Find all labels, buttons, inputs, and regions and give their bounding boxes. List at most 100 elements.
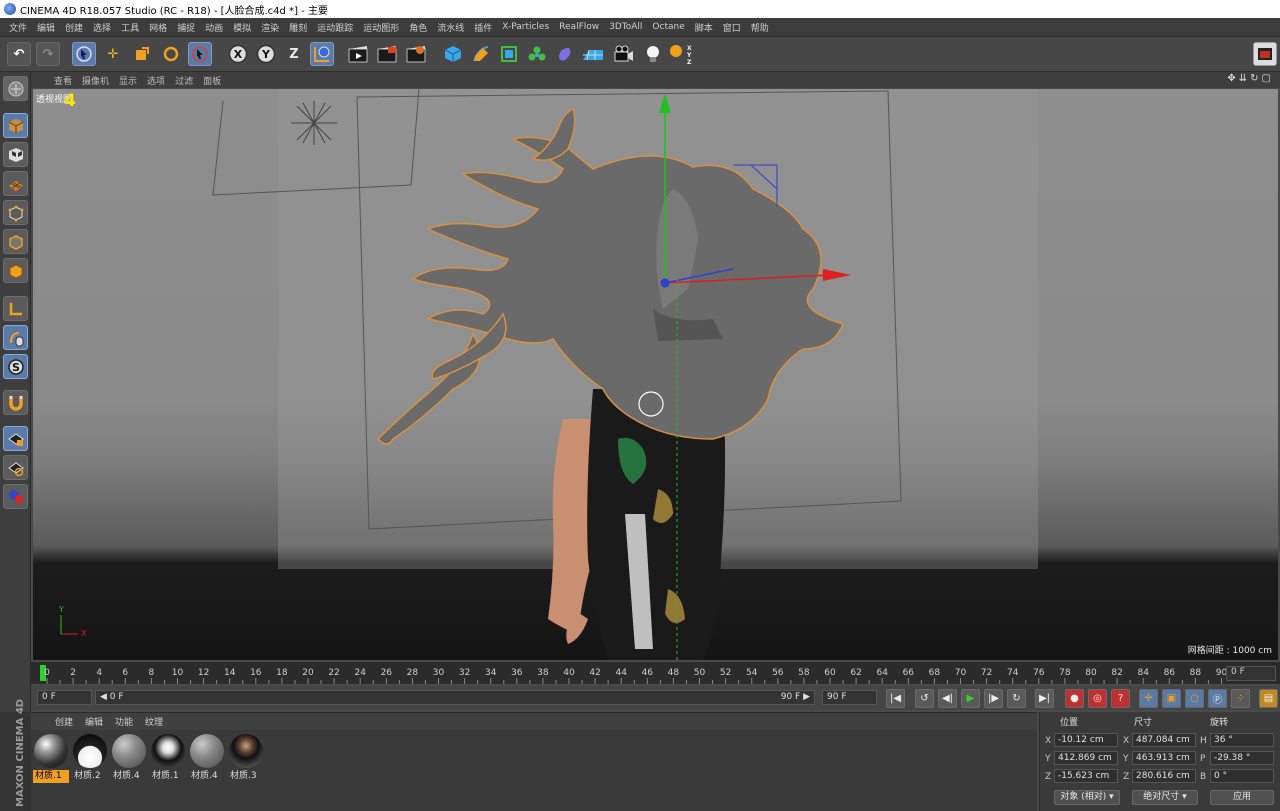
- move-icon[interactable]: ✛: [101, 42, 125, 66]
- material-swatch[interactable]: 材质.4: [111, 734, 147, 784]
- min-frame-field[interactable]: 0 F: [37, 690, 92, 705]
- material-menu-texture[interactable]: 纹理: [139, 715, 169, 728]
- previous-frame-icon[interactable]: ◀|: [938, 689, 957, 708]
- menu-pipeline[interactable]: 流水线: [432, 21, 469, 34]
- menu-character[interactable]: 角色: [404, 21, 432, 34]
- material-menu-create[interactable]: 创建: [49, 715, 79, 728]
- light-icon[interactable]: [641, 42, 665, 66]
- size-x-field[interactable]: 487.084 cm: [1132, 733, 1196, 747]
- make-editable-icon[interactable]: [3, 76, 28, 101]
- menu-script[interactable]: 脚本: [690, 21, 718, 34]
- menu-simulate[interactable]: 模拟: [228, 21, 256, 34]
- points-mode-icon[interactable]: [3, 200, 28, 225]
- parameter-key-icon[interactable]: Ⓟ: [1208, 689, 1227, 708]
- menu-plugins[interactable]: 插件: [469, 21, 497, 34]
- apply-button[interactable]: 应用: [1210, 790, 1274, 805]
- size-z-field[interactable]: 280.616 cm: [1132, 769, 1196, 783]
- size-mode-dropdown[interactable]: 绝对尺寸 ▾: [1132, 790, 1198, 805]
- rotation-key-icon[interactable]: ○: [1185, 689, 1204, 708]
- menu-tools[interactable]: 工具: [116, 21, 144, 34]
- cube-icon[interactable]: [441, 42, 465, 66]
- menu-snap[interactable]: 捕捉: [172, 21, 200, 34]
- floor-icon[interactable]: [581, 42, 605, 66]
- previous-key-icon[interactable]: ↺: [915, 689, 934, 708]
- coordinate-mode-dropdown[interactable]: 对象 (相对) ▾: [1054, 790, 1120, 805]
- workplane-mode-icon[interactable]: [3, 171, 28, 196]
- tweak-mode-icon[interactable]: [3, 325, 28, 350]
- texture-mode-icon[interactable]: [3, 142, 28, 167]
- material-menu-edit[interactable]: 编辑: [79, 715, 109, 728]
- menu-x-particles[interactable]: X-Particles: [497, 22, 554, 32]
- material-swatch[interactable]: 材质.4: [189, 734, 225, 784]
- layout-switch-icon[interactable]: [1253, 42, 1277, 66]
- polygons-mode-icon[interactable]: [3, 258, 28, 283]
- locked-workplane-icon[interactable]: [3, 426, 28, 451]
- position-key-icon[interactable]: ✛: [1139, 689, 1158, 708]
- redo-icon[interactable]: ↷: [36, 42, 60, 66]
- axis-mode-icon[interactable]: [3, 296, 28, 321]
- perspective-viewport[interactable]: Y X 透视视图 4 网格间距 : 1000 cm: [33, 89, 1278, 660]
- menu-motion-tracking[interactable]: 运动跟踪: [312, 21, 358, 34]
- next-key-icon[interactable]: ↻: [1007, 689, 1026, 708]
- position-x-field[interactable]: -10.12 cm: [1054, 733, 1118, 747]
- scale-icon[interactable]: [130, 42, 154, 66]
- material-swatch[interactable]: 材质.1: [150, 734, 186, 784]
- rotation-b-field[interactable]: 0 °: [1210, 769, 1274, 783]
- preview-range-slider[interactable]: ◀ 0 F 90 F ▶: [95, 690, 815, 705]
- rotation-p-field[interactable]: -29.38 °: [1210, 751, 1274, 765]
- keyframe-selection-icon[interactable]: ?: [1111, 689, 1130, 708]
- cloner-icon[interactable]: [525, 42, 549, 66]
- go-to-end-icon[interactable]: ▶|: [1035, 689, 1054, 708]
- menu-file[interactable]: 文件: [4, 21, 32, 34]
- menu-mesh[interactable]: 网格: [144, 21, 172, 34]
- material-swatch[interactable]: 材质.1: [33, 734, 69, 784]
- menu-help[interactable]: 帮助: [746, 21, 774, 34]
- menu-create[interactable]: 创建: [60, 21, 88, 34]
- timeline-ruler[interactable]: 0 2 4 6 8 10 12 14 16 18 20 22 24 26 28 30 32 34 36 38 40 42 4…: [31, 662, 1280, 684]
- world-coordinates-icon[interactable]: [310, 42, 334, 66]
- position-y-field[interactable]: 412.869 cm: [1054, 751, 1118, 765]
- viewport-navigation-icons[interactable]: ✥⇊↻▢: [1227, 73, 1274, 84]
- record-active-objects-icon[interactable]: ●: [1065, 689, 1084, 708]
- menu-render[interactable]: 渲染: [256, 21, 284, 34]
- edit-render-settings-icon[interactable]: [404, 42, 428, 66]
- menu-mograph[interactable]: 运动图形: [358, 21, 404, 34]
- pen-spline-icon[interactable]: [469, 42, 493, 66]
- live-selection-icon[interactable]: [72, 42, 96, 66]
- current-frame-field[interactable]: 0 F: [1226, 666, 1276, 681]
- viewport-menu-filter[interactable]: 过滤: [170, 74, 198, 87]
- position-z-field[interactable]: -15.623 cm: [1054, 769, 1118, 783]
- max-frame-field[interactable]: 90 F: [822, 690, 877, 705]
- x-axis-lock-icon[interactable]: X: [226, 42, 250, 66]
- next-frame-icon[interactable]: |▶: [984, 689, 1003, 708]
- scale-key-icon[interactable]: ▣: [1162, 689, 1181, 708]
- coordinate-xyz-icon[interactable]: XYZ: [668, 42, 692, 66]
- menu-animate[interactable]: 动画: [200, 21, 228, 34]
- size-y-field[interactable]: 463.913 cm: [1132, 751, 1196, 765]
- magnet-icon[interactable]: [3, 390, 28, 415]
- timeline-layout-icon[interactable]: ▤: [1259, 689, 1278, 708]
- material-swatch[interactable]: 材质.3: [228, 734, 264, 784]
- y-axis-lock-icon[interactable]: Y: [254, 42, 278, 66]
- undo-icon[interactable]: ↶: [7, 42, 31, 66]
- viewport-menu-panel[interactable]: 面板: [198, 74, 226, 87]
- menu-window[interactable]: 窗口: [718, 21, 746, 34]
- edges-mode-icon[interactable]: [3, 229, 28, 254]
- play-forward-icon[interactable]: ▶: [961, 689, 980, 708]
- camera-icon[interactable]: [612, 42, 636, 66]
- rotate-icon[interactable]: [159, 42, 183, 66]
- model-mode-icon[interactable]: [3, 113, 28, 138]
- viewport-menu-options[interactable]: 选项: [142, 74, 170, 87]
- material-swatch[interactable]: 材质.2: [72, 734, 108, 784]
- recent-tool-icon[interactable]: [188, 42, 212, 66]
- deformer-icon[interactable]: [553, 42, 577, 66]
- material-menu-function[interactable]: 功能: [109, 715, 139, 728]
- menu-select[interactable]: 选择: [88, 21, 116, 34]
- menu-sculpt[interactable]: 雕刻: [284, 21, 312, 34]
- viewport-menu-cameras[interactable]: 摄像机: [77, 74, 114, 87]
- menu-3dtoall[interactable]: 3DToAll: [604, 22, 647, 32]
- rotation-h-field[interactable]: 36 °: [1210, 733, 1274, 747]
- subdivision-icon[interactable]: [497, 42, 521, 66]
- render-picture-viewer-icon[interactable]: [375, 42, 399, 66]
- viewport-menu-display[interactable]: 显示: [114, 74, 142, 87]
